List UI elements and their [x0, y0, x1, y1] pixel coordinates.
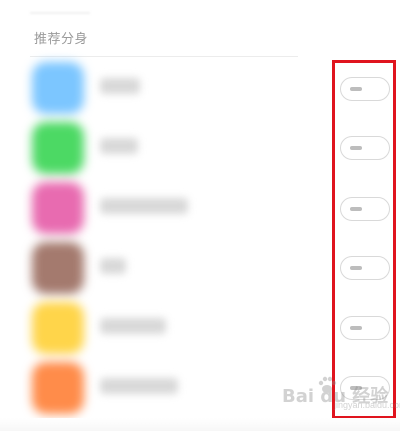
app-name-label [100, 318, 166, 334]
toggle-knob [350, 87, 362, 91]
toggle-knob [350, 146, 362, 150]
app-row [0, 178, 400, 238]
app-icon-gradient [32, 182, 84, 234]
app-icon-yellow [32, 302, 84, 354]
toggle-knob [350, 266, 362, 270]
app-icon-brown [32, 242, 84, 294]
app-icon-orange [32, 362, 84, 414]
clone-toggle[interactable] [340, 136, 390, 160]
app-name-label [100, 78, 140, 94]
app-name-label [100, 378, 178, 394]
clone-toggle[interactable] [340, 77, 390, 101]
app-clone-screen: 推荐分身 Bai du 经验 jingyan.baidu.com [0, 0, 400, 431]
app-name-label [100, 138, 138, 154]
bottom-fade [0, 418, 400, 431]
app-row [0, 118, 400, 178]
top-divider [30, 12, 90, 14]
app-row [0, 58, 400, 118]
app-row [0, 238, 400, 298]
clone-toggle[interactable] [340, 197, 390, 221]
clone-toggle[interactable] [340, 256, 390, 280]
app-row [0, 298, 400, 358]
app-name-label [100, 198, 188, 214]
app-row [0, 358, 400, 418]
section-divider [30, 56, 298, 57]
app-icon-green [32, 122, 84, 174]
clone-toggle[interactable] [340, 316, 390, 340]
app-icon-blue [32, 62, 84, 114]
toggle-knob [350, 326, 362, 330]
toggle-knob [350, 207, 362, 211]
clone-toggle[interactable] [340, 376, 390, 400]
app-name-label [100, 258, 126, 274]
toggle-knob [350, 386, 362, 390]
section-title: 推荐分身 [34, 31, 89, 46]
